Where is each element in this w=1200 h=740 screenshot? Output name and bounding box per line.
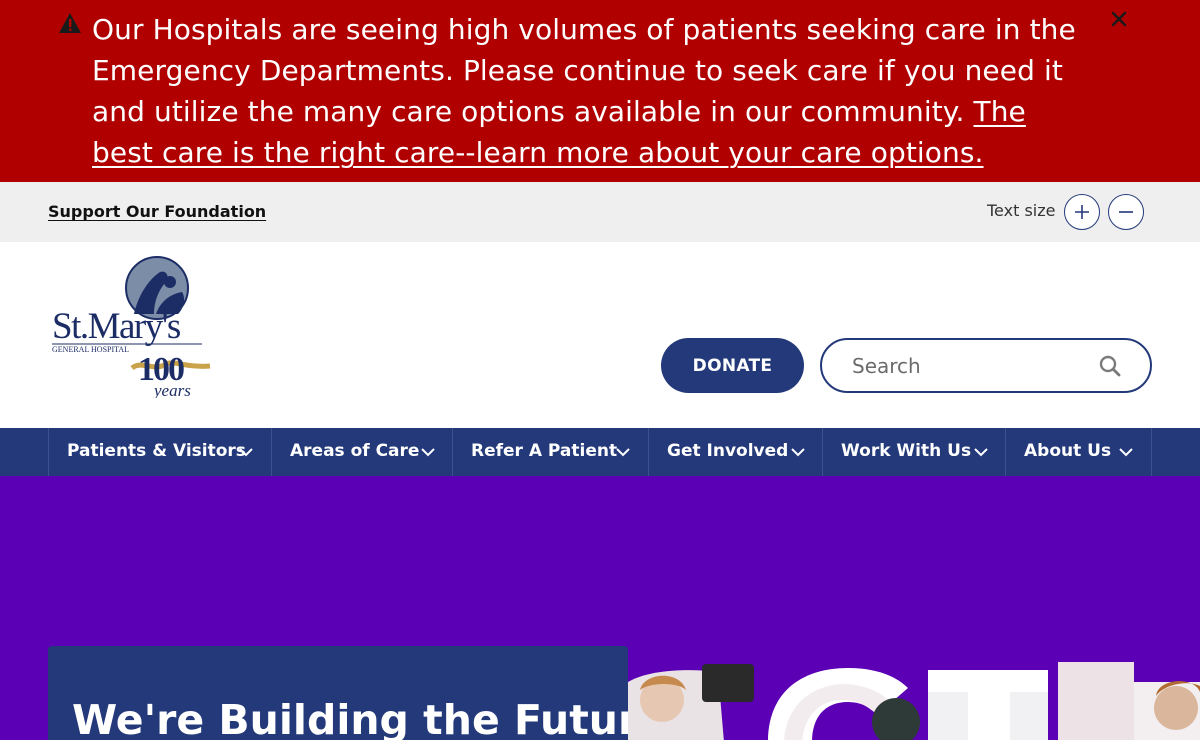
hospital-logo[interactable]: St.Mary's GENERAL HOSPITAL 100 years bbox=[50, 256, 214, 398]
chevron-down-icon bbox=[1119, 448, 1133, 457]
hero-card: We're Building the Future bbox=[48, 646, 666, 740]
alert-banner: Our Hospitals are seeing high volumes of… bbox=[0, 0, 1200, 182]
utility-bar: Support Our Foundation Text size bbox=[0, 182, 1200, 242]
chevron-down-icon bbox=[239, 448, 253, 457]
search-box bbox=[820, 338, 1152, 393]
logo-subtitle: GENERAL HOSPITAL bbox=[52, 345, 129, 354]
plus-icon bbox=[1075, 205, 1089, 219]
minus-icon bbox=[1119, 211, 1133, 213]
nav-item-work-with-us[interactable]: Work With Us bbox=[822, 428, 1006, 476]
chevron-down-icon bbox=[616, 448, 630, 457]
text-size-decrease-button[interactable] bbox=[1108, 194, 1144, 230]
nav-item-get-involved[interactable]: Get Involved bbox=[648, 428, 823, 476]
chevron-down-icon bbox=[791, 448, 805, 457]
text-size-increase-button[interactable] bbox=[1064, 194, 1100, 230]
nav-item-label: Refer A Patient bbox=[471, 441, 618, 461]
nav-item-areas-of-care[interactable]: Areas of Care bbox=[271, 428, 453, 476]
nav-item-refer-a-patient[interactable]: Refer A Patient bbox=[452, 428, 649, 476]
support-foundation-link[interactable]: Support Our Foundation bbox=[48, 202, 266, 221]
nav-divider bbox=[1151, 428, 1152, 476]
nav-item-label: Patients & Visitors bbox=[67, 441, 246, 461]
nav-item-label: Areas of Care bbox=[290, 441, 420, 461]
hero-image bbox=[628, 662, 1200, 740]
nav-item-label: Get Involved bbox=[667, 441, 789, 461]
logo-name: St.Mary's bbox=[52, 306, 181, 347]
nav-item-about-us[interactable]: About Us bbox=[1005, 428, 1152, 476]
logo-anniversary-word: years bbox=[152, 381, 191, 398]
main-nav: Patients & Visitors Areas of Care Refer … bbox=[0, 428, 1200, 476]
hero-section: We're Building the Future bbox=[0, 476, 1200, 740]
close-icon[interactable] bbox=[1108, 8, 1130, 30]
text-size-label: Text size bbox=[987, 201, 1056, 220]
donate-button[interactable]: DONATE bbox=[661, 338, 804, 393]
alert-message-text: Our Hospitals are seeing high volumes of… bbox=[92, 13, 1076, 128]
chevron-down-icon bbox=[974, 448, 988, 457]
search-icon[interactable] bbox=[1098, 354, 1122, 378]
nav-item-label: About Us bbox=[1024, 441, 1112, 461]
chevron-down-icon bbox=[421, 448, 435, 457]
warning-triangle-icon bbox=[59, 13, 81, 33]
site-header: St.Mary's GENERAL HOSPITAL 100 years DON… bbox=[0, 242, 1200, 428]
nav-item-label: Work With Us bbox=[841, 441, 972, 461]
nav-item-patients-visitors[interactable]: Patients & Visitors bbox=[48, 428, 272, 476]
search-input[interactable] bbox=[852, 350, 1082, 382]
alert-message: Our Hospitals are seeing high volumes of… bbox=[92, 9, 1092, 173]
hero-title: We're Building the Future bbox=[72, 696, 667, 740]
